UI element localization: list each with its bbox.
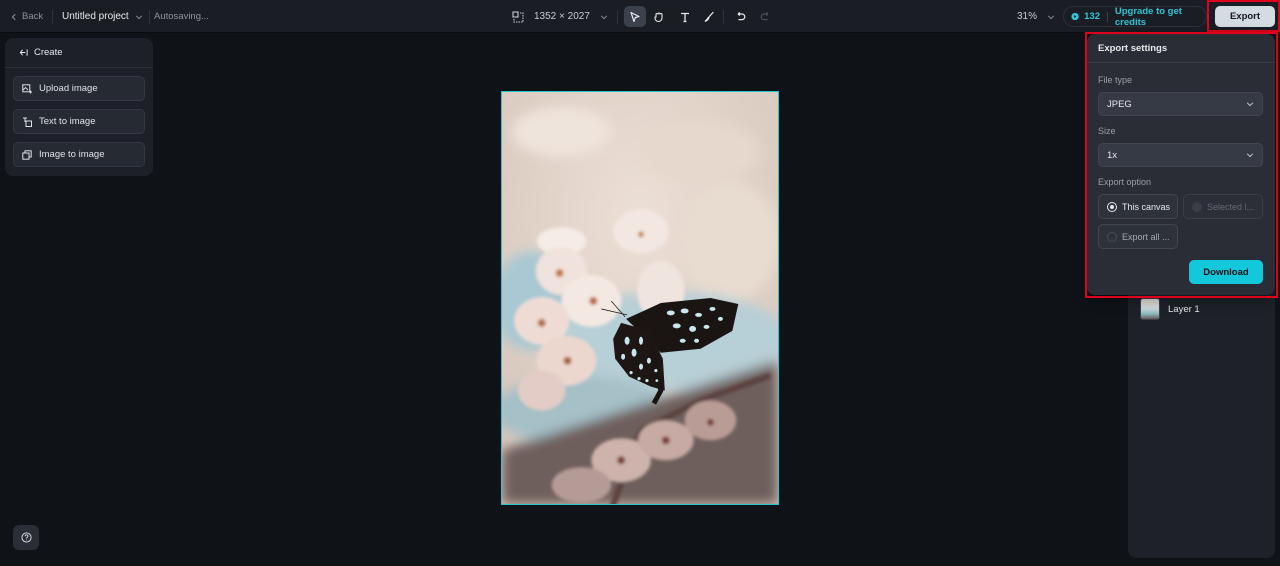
option-label: Export all ...: [1122, 231, 1170, 242]
project-name-dropdown[interactable]: Untitled project: [62, 0, 143, 33]
image-to-image-label: Image to image: [39, 149, 105, 160]
text-to-image-icon: [23, 117, 32, 127]
file-type-select[interactable]: JPEG: [1098, 92, 1263, 116]
upgrade-link[interactable]: Upgrade to get credits: [1115, 6, 1206, 28]
help-button[interactable]: [13, 525, 39, 550]
butterfly-photo: [502, 92, 778, 504]
size-select[interactable]: 1x: [1098, 143, 1263, 167]
option-export-all[interactable]: Export all ...: [1098, 224, 1178, 249]
chevron-down-icon: [135, 14, 142, 19]
option-label: This canvas: [1122, 201, 1171, 212]
chevron-down-icon: [1047, 14, 1055, 19]
pointer-icon: [630, 11, 640, 22]
help-icon: [20, 532, 32, 543]
brush-tool-button[interactable]: [698, 6, 720, 27]
zoom-dropdown[interactable]: 31%: [1017, 0, 1055, 33]
layer-thumbnail: [1140, 298, 1160, 320]
chevron-down-icon: [1246, 153, 1254, 158]
hand-tool-button[interactable]: [648, 6, 670, 27]
radio-disabled-icon: [1192, 201, 1202, 212]
create-panel: Create Upload image Text to image Image …: [5, 38, 153, 176]
export-option-label: Export option: [1098, 177, 1152, 187]
chevron-down-icon: [1246, 102, 1254, 107]
canvas-size-dropdown[interactable]: 1352 × 2027: [512, 0, 608, 33]
top-bar: Back Untitled project Autosaving... 1352…: [0, 0, 1280, 33]
back-label: Back: [22, 11, 44, 22]
undo-button[interactable]: [730, 6, 752, 27]
hand-icon: [654, 11, 663, 22]
credits-count: 132: [1084, 11, 1100, 22]
text-icon: [681, 12, 689, 22]
file-type-value: JPEG: [1107, 98, 1132, 110]
project-name: Untitled project: [62, 11, 129, 22]
undo-icon: [737, 11, 746, 20]
divider: [52, 10, 53, 24]
export-button[interactable]: Export: [1215, 6, 1275, 27]
download-button[interactable]: Download: [1189, 260, 1263, 284]
divider: [149, 10, 150, 24]
chevron-left-icon: [11, 13, 16, 20]
divider: [723, 10, 724, 24]
upload-image-button[interactable]: Upload image: [13, 76, 145, 101]
radio-checked-icon: [1107, 201, 1117, 212]
option-selected-layers: Selected l...: [1183, 194, 1263, 219]
redo-icon: [760, 11, 769, 20]
text-to-image-label: Text to image: [39, 116, 96, 127]
save-status: Autosaving...: [154, 11, 209, 22]
layer-label: Layer 1: [1168, 303, 1200, 315]
collapse-left-icon: [19, 49, 28, 56]
canvas-image[interactable]: [501, 91, 779, 505]
upload-image-label: Upload image: [39, 83, 98, 94]
credits-badge[interactable]: 132 Upgrade to get credits: [1063, 6, 1207, 28]
file-type-label: File type: [1098, 75, 1133, 85]
text-tool-button[interactable]: [674, 6, 696, 27]
resize-icon: [512, 10, 524, 23]
select-tool-button[interactable]: [624, 6, 646, 27]
chevron-down-icon: [600, 14, 608, 19]
create-title: Create: [34, 47, 63, 58]
divider: [617, 10, 618, 24]
create-panel-header[interactable]: Create: [5, 38, 153, 68]
export-settings-panel: Export settings File type JPEG Size 1x E…: [1087, 34, 1275, 295]
radio-unchecked-icon: [1107, 231, 1117, 242]
brush-icon: [704, 11, 714, 22]
text-to-image-button[interactable]: Text to image: [13, 109, 145, 134]
canvas-size: 1352 × 2027: [534, 11, 590, 22]
redo-button[interactable]: [754, 6, 776, 27]
credit-coin-icon: [1071, 12, 1079, 21]
size-label: Size: [1098, 126, 1116, 136]
layer-item[interactable]: Layer 1: [1140, 298, 1200, 320]
divider: [1106, 11, 1108, 22]
zoom-level: 31%: [1017, 11, 1038, 22]
back-button[interactable]: Back: [10, 0, 43, 33]
upload-image-icon: [22, 83, 32, 93]
size-value: 1x: [1107, 149, 1118, 161]
option-this-canvas[interactable]: This canvas: [1098, 194, 1178, 219]
option-label: Selected l...: [1207, 201, 1255, 212]
image-to-image-button[interactable]: Image to image: [13, 142, 145, 167]
export-settings-title: Export settings: [1087, 34, 1275, 63]
image-to-image-icon: [22, 149, 32, 160]
